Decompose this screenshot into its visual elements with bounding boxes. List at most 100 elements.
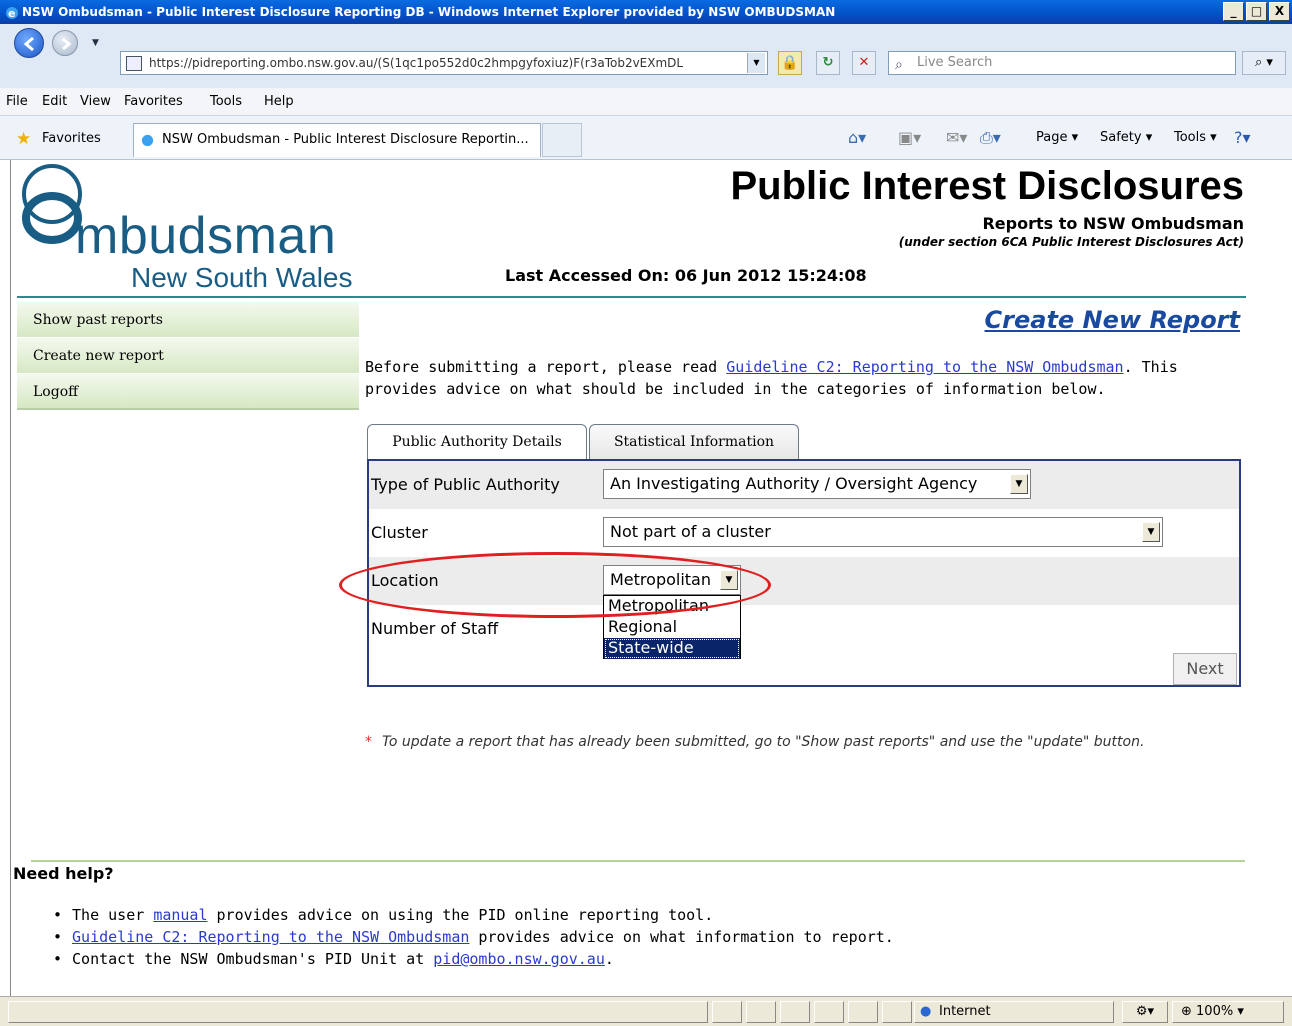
window-titlebar: e NSW Ombudsman - Public Interest Disclo…	[0, 0, 1292, 24]
search-placeholder: Live Search	[917, 55, 993, 70]
help-line3-before: Contact the NSW Ombudsman's PID Unit at	[72, 950, 434, 968]
help-divider	[31, 860, 1245, 862]
status-cell	[712, 1001, 742, 1023]
sidebar-item-create-new-report[interactable]: Create new report	[17, 338, 359, 374]
tab-statistical-information[interactable]: Statistical Information	[589, 424, 799, 460]
favorites-star-icon[interactable]: ★	[16, 129, 31, 149]
url-dropdown-icon[interactable]: ▼	[747, 53, 765, 73]
favorites-button[interactable]: Favorites	[42, 131, 101, 146]
minimize-button[interactable]: _	[1223, 2, 1244, 21]
guideline-help-link[interactable]: Guideline C2: Reporting to the NSW Ombud…	[72, 928, 469, 946]
page-menu[interactable]: Page ▾	[1036, 130, 1078, 145]
search-input[interactable]: ⌕ Live Search	[888, 51, 1236, 75]
section-note: (under section 6CA Public Interest Discl…	[898, 235, 1244, 249]
help-title: Need help?	[13, 864, 114, 883]
logo-wordmark: mbudsman	[75, 207, 337, 265]
help-icon[interactable]: ?▾	[1234, 128, 1251, 147]
tab-title: NSW Ombudsman - Public Interest Disclosu…	[162, 132, 529, 147]
safety-menu[interactable]: Safety ▾	[1100, 130, 1152, 145]
search-button[interactable]: ⌕ ▾	[1242, 51, 1286, 75]
search-icon: ⌕	[895, 57, 903, 73]
menu-view[interactable]: View	[80, 94, 111, 109]
header-divider	[17, 296, 1246, 298]
page-subtitle: Reports to NSW Ombudsman	[982, 214, 1244, 233]
ie-page-icon	[141, 134, 154, 147]
new-tab-button[interactable]	[542, 123, 582, 157]
forward-button[interactable]	[52, 30, 78, 56]
menu-tools[interactable]: Tools	[210, 94, 242, 109]
stop-icon[interactable]: ✕	[852, 51, 876, 75]
tools-menu-label: Tools	[1174, 130, 1207, 145]
sidebar-item-show-past-reports[interactable]: Show past reports	[17, 302, 359, 338]
menu-edit[interactable]: Edit	[42, 94, 67, 109]
form-row-type: Type of Public Authority An Investigatin…	[369, 461, 1239, 509]
zone-indicator[interactable]: ● Internet	[914, 1001, 1114, 1023]
help-item: Contact the NSW Ombudsman's PID Unit at …	[53, 948, 894, 970]
status-cell	[882, 1001, 912, 1023]
next-button[interactable]: Next	[1173, 653, 1237, 685]
help-line1-before: The user	[72, 906, 154, 924]
browser-tab[interactable]: NSW Ombudsman - Public Interest Disclosu…	[133, 123, 541, 157]
page-menu-label: Page	[1036, 130, 1068, 145]
status-bar: ● Internet ⚙▾ ⊕ 100% ▾	[0, 996, 1292, 1026]
page-content: mbudsman New South Wales Public Interest…	[10, 160, 1292, 996]
intro-before: Before submitting a report, please read	[365, 358, 727, 376]
cluster-select[interactable]: Not part of a cluster ▼	[603, 517, 1163, 547]
annotation-ellipse	[339, 552, 771, 618]
protected-mode-icon[interactable]: ⚙▾	[1122, 1001, 1168, 1023]
cluster-value: Not part of a cluster	[610, 522, 771, 541]
menu-bar: File Edit View Favorites Tools Help	[0, 88, 1292, 116]
zoom-icon: ⊕	[1181, 1004, 1197, 1019]
staff-label: Number of Staff	[371, 619, 499, 638]
globe-icon: ●	[920, 1004, 932, 1019]
sidebar: Show past reports Create new report Logo…	[17, 302, 359, 410]
type-value: An Investigating Authority / Oversight A…	[610, 474, 978, 493]
zoom-control[interactable]: ⊕ 100% ▾	[1172, 1001, 1284, 1023]
location-option-regional[interactable]: Regional	[604, 617, 740, 638]
url-field[interactable]: https://pidreporting.ombo.nsw.gov.au/(S(…	[120, 51, 768, 75]
email-link[interactable]: pid@ombo.nsw.gov.au	[433, 950, 605, 968]
menu-file[interactable]: File	[6, 94, 28, 109]
feeds-icon[interactable]: ▣▾	[898, 128, 921, 147]
create-new-report-link[interactable]: Create New Report	[985, 306, 1240, 334]
tools-menu[interactable]: Tools ▾	[1174, 130, 1217, 145]
ie-logo-icon: e	[6, 7, 18, 20]
manual-link[interactable]: manual	[153, 906, 207, 924]
page-icon	[126, 56, 142, 71]
close-button[interactable]: X	[1269, 2, 1290, 21]
cluster-label: Cluster	[371, 523, 428, 542]
refresh-icon[interactable]: ↻	[816, 51, 840, 75]
help-line1-after: provides advice on using the PID online …	[207, 906, 714, 924]
form-row-cluster: Cluster Not part of a cluster ▼	[369, 509, 1239, 557]
tab-public-authority-details[interactable]: Public Authority Details	[367, 424, 587, 460]
menu-favorites[interactable]: Favorites	[124, 94, 183, 109]
help-line2-after: provides advice on what information to r…	[469, 928, 894, 946]
note-asterisk: *	[365, 734, 372, 750]
guideline-link[interactable]: Guideline C2: Reporting to the NSW Ombud…	[726, 358, 1123, 376]
maximize-button[interactable]: □	[1246, 2, 1267, 21]
safety-menu-label: Safety	[1100, 130, 1142, 145]
status-cell	[848, 1001, 878, 1023]
back-arrow-icon	[23, 36, 34, 52]
back-button[interactable]	[14, 28, 44, 58]
print-icon[interactable]: ⎙▾	[980, 128, 1001, 148]
status-cell	[746, 1001, 776, 1023]
lock-icon[interactable]: 🔒	[778, 51, 802, 75]
mail-icon[interactable]: ✉▾	[946, 128, 967, 147]
type-select[interactable]: An Investigating Authority / Oversight A…	[603, 469, 1031, 499]
zoom-level: 100%	[1196, 1004, 1234, 1019]
zone-label: Internet	[939, 1004, 991, 1019]
history-dropdown-icon[interactable]: ▼	[92, 38, 99, 48]
status-cell	[814, 1001, 844, 1023]
svg-text:e: e	[8, 7, 15, 20]
logo-subtitle: New South Wales	[131, 262, 353, 293]
forward-arrow-icon	[62, 37, 72, 51]
chevron-down-icon: ▼	[1142, 522, 1160, 542]
menu-help[interactable]: Help	[264, 94, 294, 109]
chevron-down-icon: ▼	[1010, 474, 1028, 494]
home-icon[interactable]: ⌂▾	[848, 128, 866, 147]
status-text	[8, 1001, 708, 1023]
sidebar-item-logoff[interactable]: Logoff	[17, 374, 359, 410]
location-option-state-wide[interactable]: State-wide	[604, 638, 740, 659]
status-cell	[780, 1001, 810, 1023]
